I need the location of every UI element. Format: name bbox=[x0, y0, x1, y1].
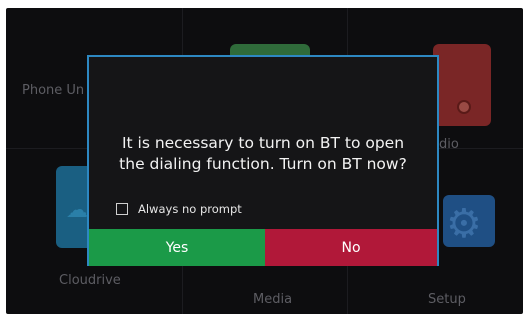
always-no-prompt-row[interactable]: Always no prompt bbox=[116, 201, 242, 217]
bt-confirm-dialog: It is necessary to turn on BT to open th… bbox=[87, 55, 439, 266]
always-no-prompt-checkbox[interactable] bbox=[116, 203, 128, 215]
app-label-radio[interactable]: dio bbox=[439, 137, 459, 152]
always-no-prompt-label[interactable]: Always no prompt bbox=[138, 202, 242, 216]
app-label-phone[interactable]: Phone Un bbox=[22, 83, 84, 98]
gear-icon: ⚙ bbox=[446, 201, 482, 247]
app-label-cloudrive[interactable]: Cloudrive bbox=[59, 273, 121, 288]
dialog-message: It is necessary to turn on BT to open th… bbox=[99, 133, 427, 175]
dialog-message-line1: It is necessary to turn on BT to open bbox=[121, 134, 405, 152]
cloud-icon: ☁ bbox=[66, 198, 88, 223]
app-label-media[interactable]: Media bbox=[253, 292, 292, 307]
dialog-message-line2: the dialing function. Turn on BT now? bbox=[119, 155, 407, 173]
radio-knob-icon bbox=[457, 100, 471, 114]
yes-button[interactable]: Yes bbox=[89, 229, 265, 266]
no-button[interactable]: No bbox=[265, 229, 437, 266]
app-label-setup[interactable]: Setup bbox=[428, 292, 466, 307]
